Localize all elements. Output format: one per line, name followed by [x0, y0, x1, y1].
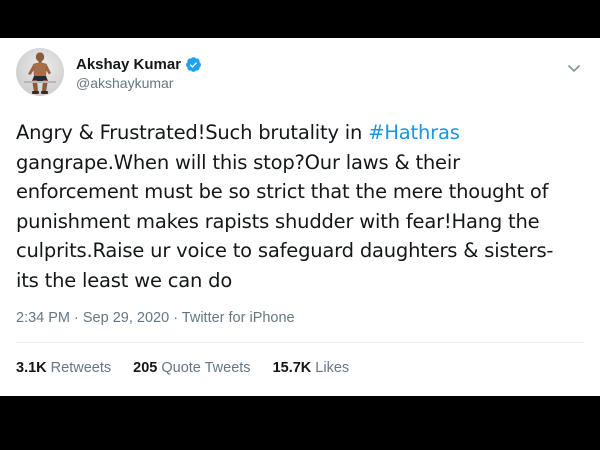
tweet-time[interactable]: 2:34 PM [16, 310, 70, 326]
chevron-down-icon[interactable] [566, 62, 582, 74]
tweet-source[interactable]: Twitter for iPhone [182, 310, 295, 326]
retweets-count: 3.1K [16, 360, 47, 376]
likes-count: 15.7K [272, 360, 312, 376]
retweets-label: Retweets [50, 360, 112, 376]
hashtag-link[interactable]: #Hathras [368, 121, 460, 144]
tweet-stats: 3.1K Retweets 205 Quote Tweets 15.7K Lik… [16, 360, 349, 376]
user-handle[interactable]: @akshaykumar [76, 75, 476, 91]
display-name-row: Akshay Kumar [76, 54, 476, 74]
divider [16, 342, 584, 343]
display-name[interactable]: Akshay Kumar [76, 56, 181, 73]
tweet-text-part-1: Angry & Frustrated!Such brutality in [16, 121, 369, 144]
meta-separator: · [169, 310, 182, 326]
tweet-text: Angry & Frustrated!Such brutality in #Ha… [16, 118, 584, 295]
quote-tweets-stat[interactable]: 205 Quote Tweets [133, 360, 250, 376]
tweet-header: Akshay Kumar @akshaykumar [16, 48, 584, 98]
quote-tweets-count: 205 [133, 360, 158, 376]
avatar[interactable] [16, 48, 64, 96]
likes-label: Likes [315, 360, 350, 376]
retweets-stat[interactable]: 3.1K Retweets [16, 360, 111, 376]
quote-tweets-label: Quote Tweets [161, 360, 251, 376]
tweet-meta: 2:34 PM · Sep 29, 2020 · Twitter for iPh… [16, 310, 295, 326]
tweet-date[interactable]: Sep 29, 2020 [83, 310, 169, 326]
user-block: Akshay Kumar @akshaykumar [76, 54, 476, 91]
avatar-image [24, 52, 56, 94]
screenshot-frame: Akshay Kumar @akshaykumar Angry & Frustr… [0, 0, 600, 450]
tweet-card: Akshay Kumar @akshaykumar Angry & Frustr… [0, 38, 600, 396]
verified-badge-icon [185, 56, 202, 73]
meta-separator: · [70, 310, 83, 326]
likes-stat[interactable]: 15.7K Likes [273, 360, 350, 376]
tweet-text-part-2: gangrape.When will this stop?Our laws & … [16, 150, 554, 292]
